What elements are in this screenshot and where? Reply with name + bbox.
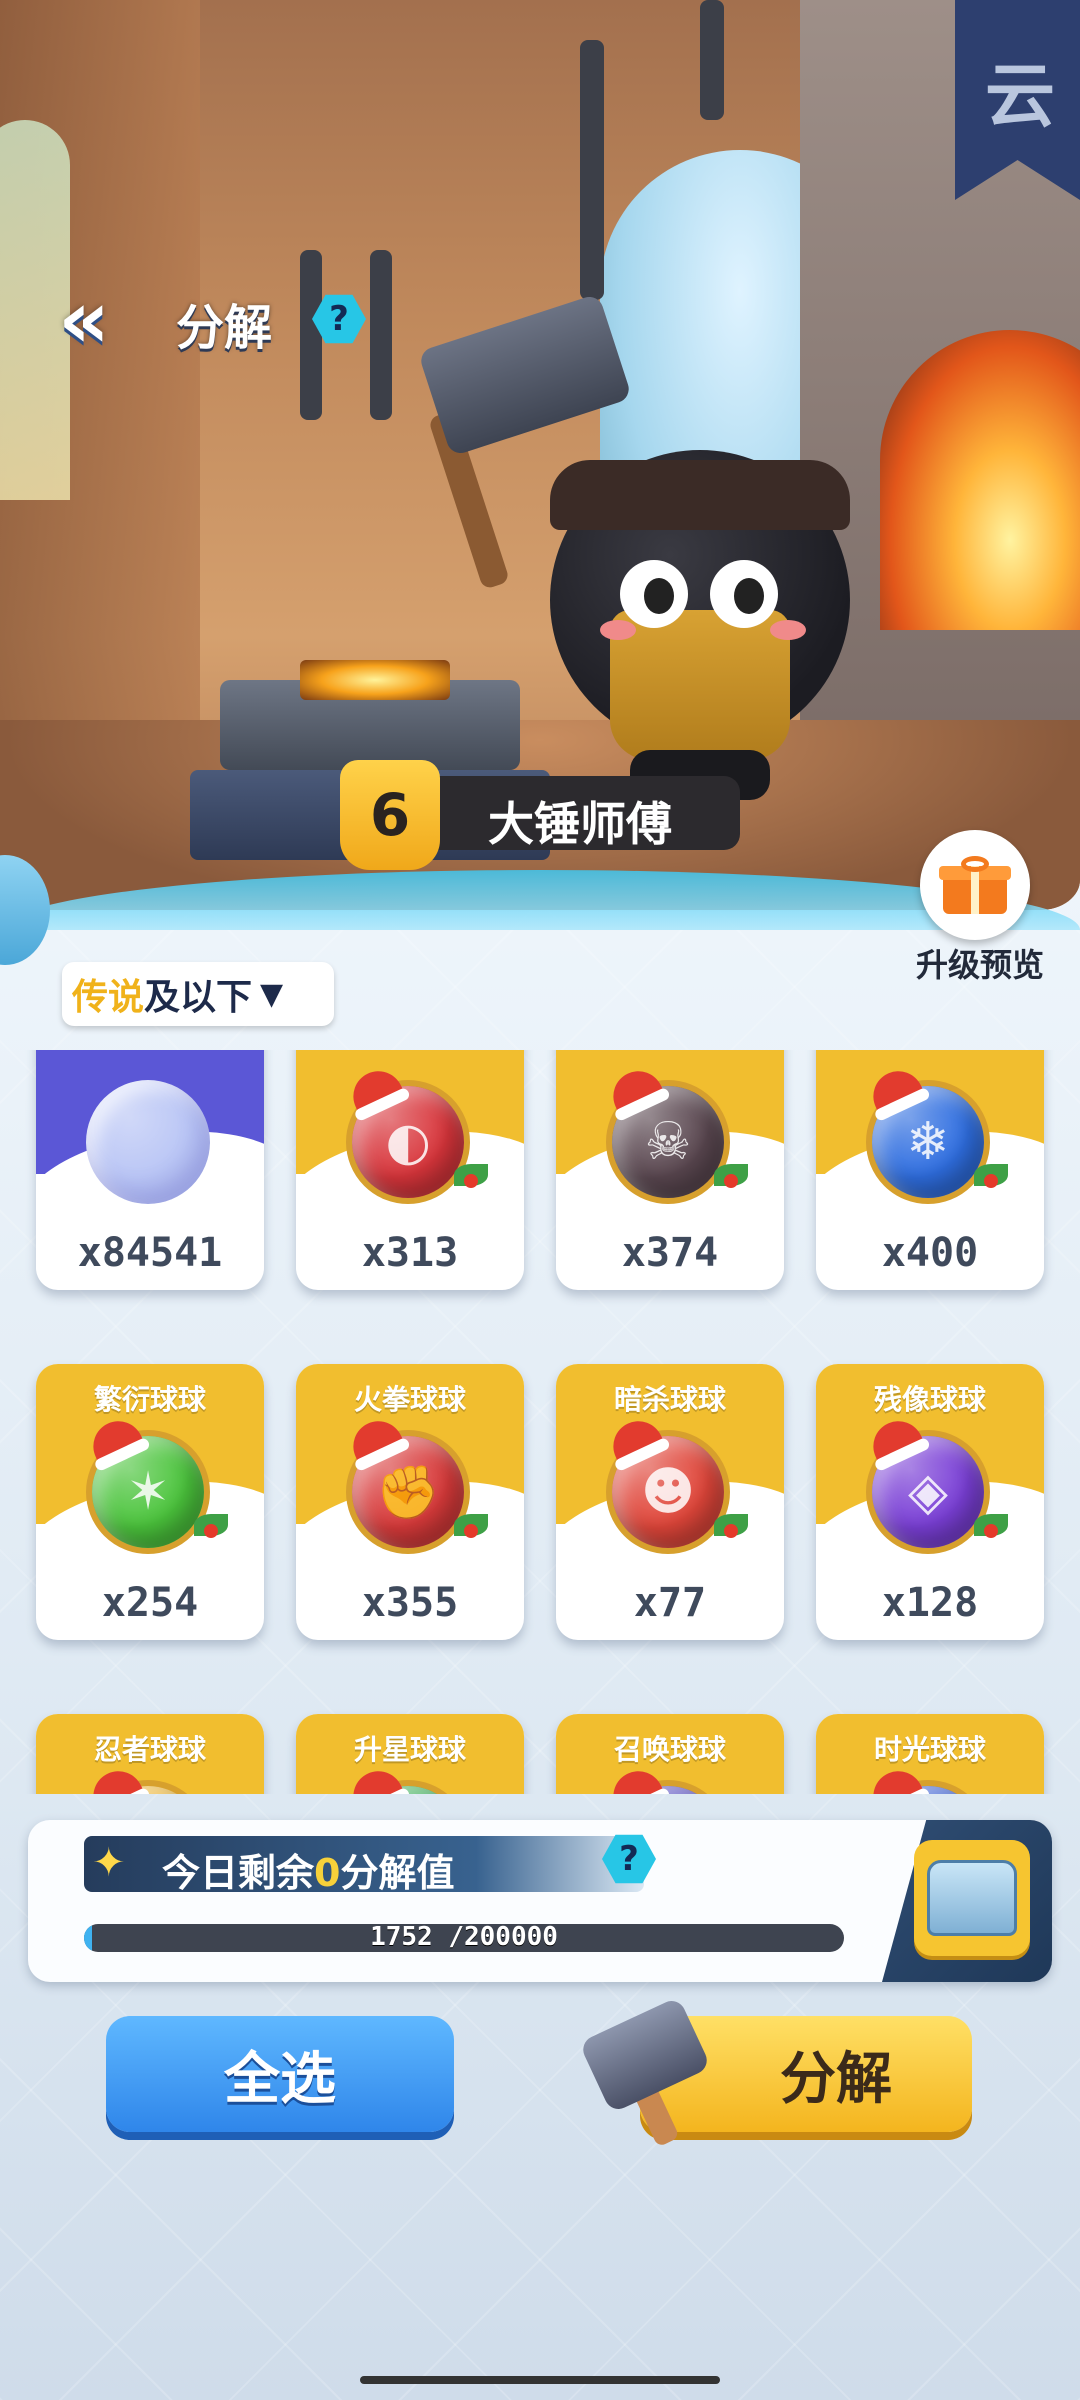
banner-glyph: 云 <box>985 55 1055 137</box>
item-name: 升星球球 <box>353 1733 466 1766</box>
page-title: 分解 <box>176 300 273 356</box>
item-card[interactable]: 忍者球球 <box>36 1714 264 1794</box>
item-card[interactable]: ❄ x400 <box>816 1050 1044 1290</box>
mascot-eye <box>620 560 688 628</box>
tongs-icon <box>700 0 724 120</box>
item-card[interactable]: 暗杀球球 ☻ x77 <box>556 1364 784 1640</box>
item-count: x374 <box>621 1230 719 1276</box>
item-name: 暗杀球球 <box>613 1383 726 1416</box>
item-count: x313 <box>361 1230 459 1276</box>
item-card[interactable]: ◐ x313 <box>296 1050 524 1290</box>
blacksmith-mascot <box>530 420 870 820</box>
furnace-fire <box>880 330 1080 630</box>
item-card[interactable]: 升星球球★ <box>296 1714 524 1794</box>
item-card[interactable]: 召唤球球 <box>556 1714 784 1794</box>
item-name: 繁衍球球 <box>93 1383 206 1416</box>
item-name: 召唤球球 <box>613 1733 726 1766</box>
daily-remaining-label: 今日剩余0分解值 <box>162 1842 454 1897</box>
holly-icon <box>714 1514 748 1538</box>
holly-icon <box>714 1164 748 1188</box>
mascot-apron <box>610 610 790 760</box>
item-count: x400 <box>881 1230 979 1276</box>
wrench-icon <box>370 250 392 420</box>
item-card[interactable]: 残像球球 ◈ x128 <box>816 1364 1044 1640</box>
item-card[interactable]: ☠ x374 <box>556 1050 784 1290</box>
item-card[interactable]: 繁衍球球 ✶ x254 <box>36 1364 264 1640</box>
item-card[interactable]: 火拳球球 ✊ x355 <box>296 1364 524 1640</box>
daily-prefix: 今日剩余 <box>162 1851 315 1895</box>
npc-level-badge: 6 <box>340 760 440 870</box>
forge-scene: 云 <box>0 0 1080 910</box>
progress-text: 1752 /200000 <box>370 1922 558 1952</box>
star-icon: ✦ <box>92 1840 126 1886</box>
item-card[interactable]: 时光球球 <box>816 1714 1044 1794</box>
home-indicator[interactable] <box>360 2376 720 2384</box>
item-count: x355 <box>361 1580 459 1626</box>
reward-chest-button[interactable] <box>914 1840 1030 1956</box>
filter-highlight: 传说 <box>72 977 145 1018</box>
chain-icon <box>580 40 604 300</box>
item-name: 忍者球球 <box>93 1733 206 1766</box>
treasure-chest-icon <box>927 1860 1017 1936</box>
npc-name: 大锤师傅 <box>488 797 672 851</box>
mascot-cheek <box>770 620 806 640</box>
holly-icon <box>974 1164 1008 1188</box>
wrench-icon <box>300 250 322 420</box>
filter-text: 及以下 <box>144 977 253 1018</box>
daily-suffix: 分解值 <box>340 1851 455 1895</box>
rarity-filter-dropdown[interactable]: 传说 及以下 ▼ <box>62 962 334 1026</box>
item-name: 残像球球 <box>873 1383 986 1416</box>
ball-icon <box>86 1080 210 1204</box>
holly-icon <box>194 1514 228 1538</box>
mascot-eye <box>710 560 778 628</box>
double-chevron-left-icon: « <box>58 273 110 366</box>
daily-remaining-value: 0 <box>314 1851 341 1895</box>
select-all-button[interactable]: 全选 <box>106 2016 454 2132</box>
item-count: x77 <box>633 1580 707 1626</box>
caret-down-icon: ▼ <box>260 976 284 1012</box>
holly-icon <box>974 1514 1008 1538</box>
holly-icon <box>454 1514 488 1538</box>
item-grid[interactable]: x84541 ◐ x313 ☠ x374 ❄ x400 繁衍球球 ✶ x254 火拳球球 ✊ x355 暗… <box>0 1050 1080 1794</box>
holly-icon <box>454 1164 488 1188</box>
upgrade-preview-button[interactable] <box>920 830 1030 940</box>
item-count: x84541 <box>77 1230 223 1276</box>
hot-metal <box>300 660 450 700</box>
mascot-headband <box>550 460 850 530</box>
mascot-cheek <box>600 620 636 640</box>
upgrade-preview-label[interactable]: 升级预览 <box>900 940 1060 986</box>
item-name: 时光球球 <box>873 1733 986 1766</box>
item-count: x128 <box>881 1580 979 1626</box>
item-count: x254 <box>101 1580 199 1626</box>
gift-icon <box>939 856 1011 914</box>
hammer-icon <box>578 1996 720 2148</box>
item-name: 火拳球球 <box>353 1383 466 1416</box>
back-button[interactable]: « <box>36 280 132 360</box>
item-card[interactable]: x84541 <box>36 1050 264 1290</box>
